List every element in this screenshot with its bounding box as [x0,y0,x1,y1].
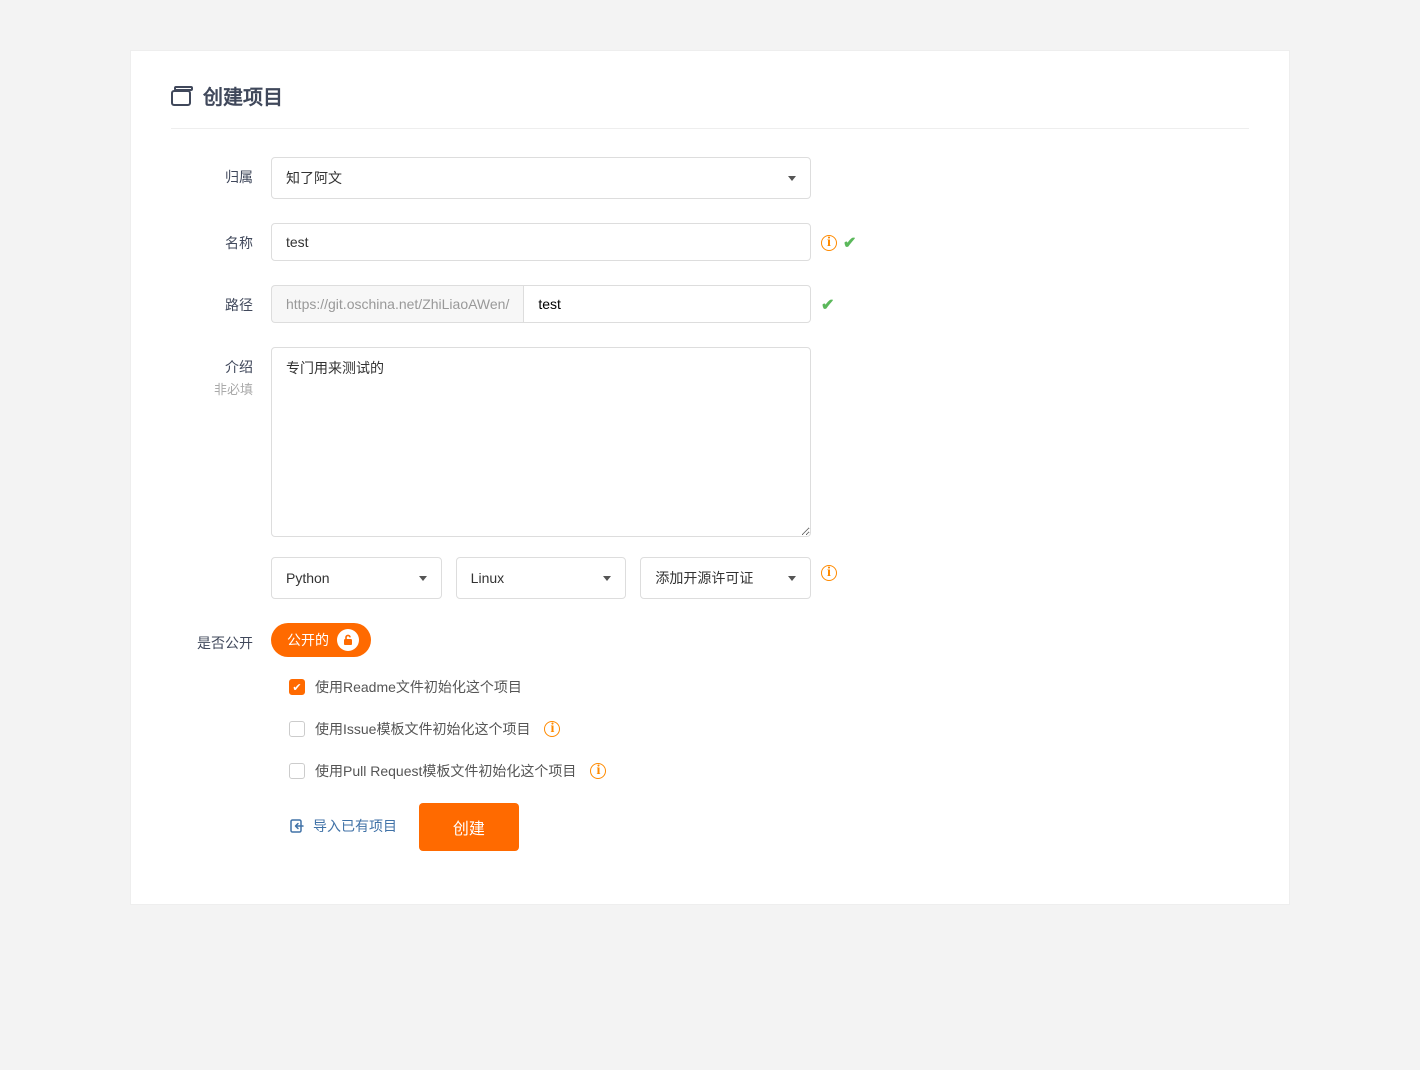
chevron-down-icon [419,576,427,581]
check-icon [821,295,834,315]
visibility-toggle[interactable]: 公开的 [271,623,371,657]
pr-checkbox[interactable] [289,763,305,779]
issue-checkbox[interactable] [289,721,305,737]
name-input[interactable] [271,223,811,261]
unlock-icon [337,629,359,651]
label-visibility: 是否公开 [197,635,253,651]
chevron-down-icon [603,576,611,581]
language-select[interactable]: Python [271,557,442,599]
path-prefix: https://git.oschina.net/ZhiLiaoAWen/ [271,285,523,323]
card-header: 创建项目 [171,81,1249,129]
create-project-card: 创建项目 归属 知了阿文 名称 路径 [130,50,1290,905]
readme-checkbox[interactable] [289,679,305,695]
label-path: 路径 [225,297,253,313]
check-icon [843,233,856,253]
path-input[interactable] [523,285,811,323]
label-intro: 介绍 [171,357,253,377]
intro-textarea[interactable] [271,347,811,537]
gitignore-select[interactable]: Linux [456,557,627,599]
owner-select[interactable]: 知了阿文 [271,157,811,199]
language-select-value: Python [286,570,330,586]
info-icon[interactable] [590,763,606,779]
projects-icon [171,86,193,106]
issue-checkbox-label: 使用Issue模板文件初始化这个项目 [315,719,530,739]
import-project-label: 导入已有项目 [313,816,397,836]
info-icon[interactable] [544,721,560,737]
chevron-down-icon [788,176,796,181]
label-owner: 归属 [225,169,253,185]
import-icon [289,818,305,834]
gitignore-select-value: Linux [471,570,504,586]
label-name: 名称 [225,235,253,251]
import-project-link[interactable]: 导入已有项目 [289,816,397,836]
page-title: 创建项目 [203,81,283,110]
label-intro-sub: 非必填 [171,379,253,398]
chevron-down-icon [788,576,796,581]
owner-select-value: 知了阿文 [286,168,342,188]
info-icon[interactable] [821,235,837,251]
license-select[interactable]: 添加开源许可证 [640,557,811,599]
pr-checkbox-label: 使用Pull Request模板文件初始化这个项目 [315,761,576,781]
readme-checkbox-label: 使用Readme文件初始化这个项目 [315,677,522,697]
visibility-toggle-label: 公开的 [287,630,329,650]
info-icon[interactable] [821,565,837,581]
license-select-value: 添加开源许可证 [655,568,753,588]
create-button[interactable]: 创建 [419,803,519,851]
